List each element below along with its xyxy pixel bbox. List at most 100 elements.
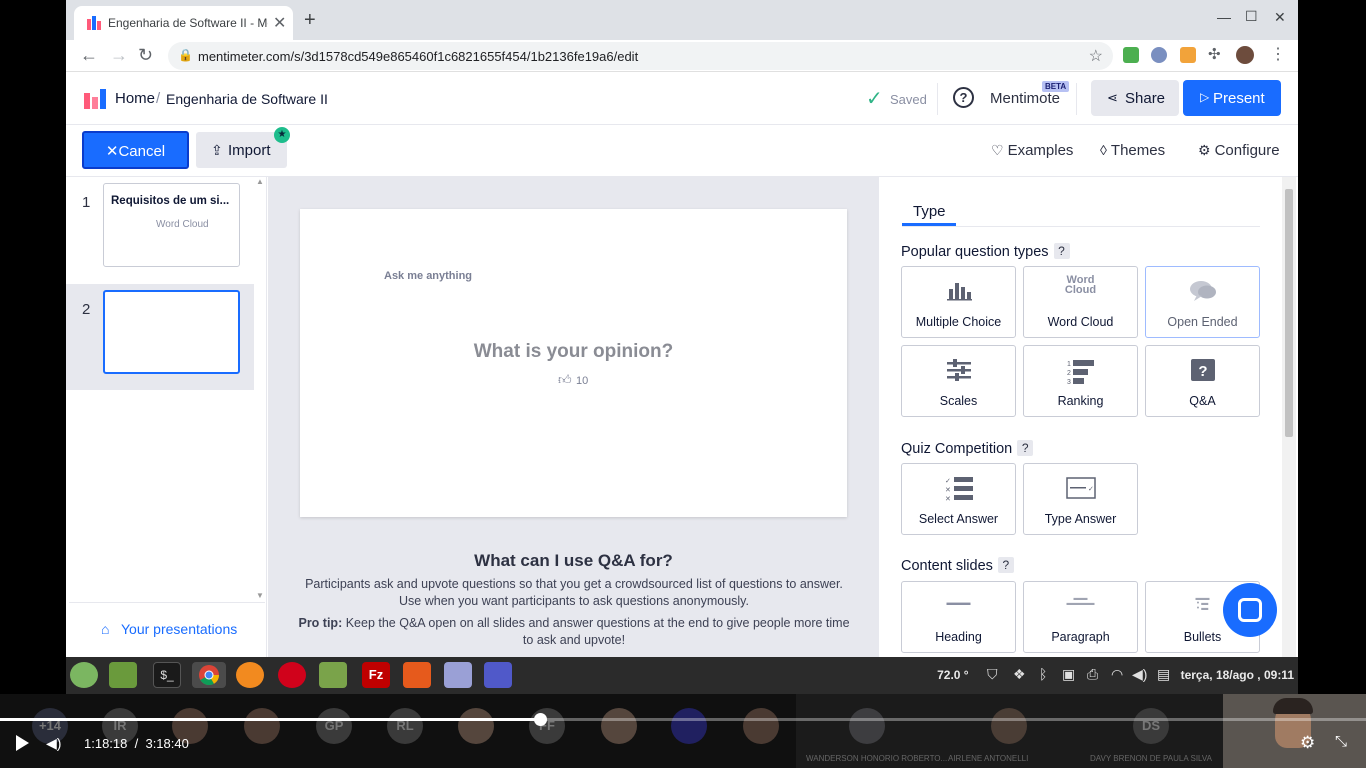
participant-avatar[interactable]	[743, 708, 779, 744]
scroll-down-icon[interactable]: ▼	[256, 591, 264, 600]
text-input-icon: ✓	[1024, 476, 1137, 502]
type-scales[interactable]: Scales	[901, 345, 1016, 417]
participant-avatar[interactable]: FF	[529, 708, 565, 744]
mentimote-link[interactable]: Mentimote	[990, 90, 1060, 107]
extension-icon[interactable]	[1180, 47, 1196, 63]
lightbulb-icon: ♡	[991, 142, 1004, 158]
slide-list-scrollbar[interactable]: ▲ ▼	[254, 177, 266, 602]
extension-icon[interactable]	[1123, 47, 1139, 63]
window-close-icon[interactable]: ✕	[1274, 9, 1286, 26]
participant-avatar[interactable]	[458, 708, 494, 744]
minimize-icon[interactable]: —	[1217, 9, 1231, 25]
slide-preview[interactable]: Ask me anything What is your opinion? 👍︎…	[300, 209, 847, 517]
volume-icon[interactable]: ◀)	[46, 735, 61, 752]
type-open-ended[interactable]: Open Ended	[1145, 266, 1260, 338]
terminal-icon[interactable]: $_	[153, 662, 181, 688]
slide-thumbnail[interactable]: Requisitos de um si... Word Cloud	[103, 183, 240, 267]
text-editor-icon[interactable]	[444, 662, 472, 688]
clipboard-icon[interactable]: ▤	[1157, 666, 1170, 683]
play-icon[interactable]	[16, 735, 29, 751]
volume-icon[interactable]: ◀)	[1132, 666, 1147, 683]
examples-button[interactable]: ♡ Examples	[991, 142, 1073, 159]
type-word-cloud[interactable]: Word Cloud Word Cloud	[1023, 266, 1138, 338]
maximize-icon[interactable]: ☐	[1245, 8, 1258, 25]
help-icon[interactable]: ?	[1053, 243, 1070, 259]
type-heading[interactable]: ▬▬▬ Heading	[901, 581, 1016, 653]
exit-fullscreen-icon[interactable]: ⤡	[1335, 733, 1347, 750]
back-icon[interactable]: ←	[80, 45, 98, 65]
scrollbar-thumb[interactable]	[1285, 189, 1293, 437]
clock[interactable]: terça, 18/ago , 09:11	[1181, 668, 1294, 682]
files-icon[interactable]	[109, 662, 137, 688]
dropbox-icon[interactable]: ❖	[1013, 666, 1026, 683]
filezilla-icon[interactable]: Fz	[362, 662, 390, 688]
playback-progress-bar[interactable]	[0, 713, 1366, 726]
participant-avatar[interactable]	[244, 708, 280, 744]
firefox-icon[interactable]	[236, 662, 264, 688]
kebab-menu-icon[interactable]: ⋮	[1270, 44, 1286, 63]
your-presentations-link[interactable]: ⌂ Your presentations	[69, 602, 265, 654]
import-button[interactable]: ⇪ Import	[196, 132, 287, 168]
svg-text:2: 2	[1067, 370, 1071, 377]
teams-tray-icon[interactable]: ▣	[1062, 666, 1075, 683]
wifi-icon[interactable]: ◠	[1111, 666, 1123, 683]
help-icon[interactable]: ?	[997, 557, 1014, 573]
reload-icon[interactable]: ↻	[138, 45, 153, 65]
mentimeter-logo-icon[interactable]	[84, 89, 106, 109]
share-button[interactable]: ⋖ Share	[1091, 80, 1179, 116]
presentation-title[interactable]: Engenharia de Software II	[166, 91, 328, 107]
slide-list-item-active[interactable]: 2	[66, 284, 254, 390]
breadcrumb-home[interactable]: Home	[115, 90, 155, 107]
playback-scrubber-handle[interactable]	[533, 713, 547, 726]
svg-text:✓: ✓	[1088, 486, 1094, 493]
slide-question: What is your opinion?	[473, 341, 674, 362]
mint-menu-icon[interactable]	[70, 662, 98, 688]
panel-scrollbar[interactable]	[1282, 177, 1296, 657]
impress-icon[interactable]	[403, 662, 431, 688]
new-tab-button[interactable]: +	[304, 10, 316, 30]
type-paragraph[interactable]: ▬▬ ▬▬▬▬ Paragraph	[1023, 581, 1138, 653]
present-button[interactable]: ▷ Present	[1183, 80, 1281, 116]
address-bar[interactable]: 🔒 mentimeter.com/s/3d1578cd549e865460f1c…	[168, 42, 1113, 70]
configure-button[interactable]: ⚙ Configure	[1198, 142, 1280, 159]
forward-icon[interactable]: →	[110, 45, 128, 65]
bluetooth-icon[interactable]: ᛒ	[1039, 666, 1047, 682]
browser-toolbar: ← → ↻ 🔒 mentimeter.com/s/3d1578cd549e865…	[66, 40, 1298, 72]
participant-avatar[interactable]	[991, 708, 1027, 744]
bookmark-star-icon[interactable]: ☆	[1089, 46, 1103, 66]
type-qa[interactable]: ? Q&A	[1145, 345, 1260, 417]
current-time: 1:18:18	[84, 736, 128, 751]
scroll-up-icon[interactable]: ▲	[256, 177, 264, 186]
participant-avatar[interactable]	[671, 708, 707, 744]
settings-gear-icon[interactable]: ⚙	[1300, 733, 1315, 753]
type-type-answer[interactable]: ✓ Type Answer	[1023, 463, 1138, 535]
type-multiple-choice[interactable]: Multiple Choice	[901, 266, 1016, 338]
tab-close-icon[interactable]: ✕	[273, 13, 286, 33]
shield-icon[interactable]: ⛉	[987, 666, 998, 683]
play-icon: ▷	[1200, 90, 1210, 104]
support-chat-button[interactable]	[1223, 583, 1277, 637]
themes-button[interactable]: ◊ Themes	[1100, 142, 1165, 159]
chrome-icon[interactable]	[192, 662, 226, 688]
opera-icon[interactable]	[278, 662, 306, 688]
browser-tab[interactable]: Engenharia de Software II - Me ✕	[74, 6, 293, 40]
profile-avatar[interactable]	[1236, 46, 1254, 64]
folder-icon[interactable]	[319, 662, 347, 688]
teams-icon[interactable]	[484, 662, 512, 688]
participant-avatar[interactable]	[601, 708, 637, 744]
cancel-button[interactable]: ✕Cancel	[82, 131, 189, 169]
type-ranking[interactable]: 1 2 3 Ranking	[1023, 345, 1138, 417]
help-icon[interactable]: ?	[953, 87, 974, 108]
help-icon[interactable]: ?	[1017, 440, 1034, 456]
type-select-answer[interactable]: ✓ ✕ ✕ Select Answer	[901, 463, 1016, 535]
extension-icon[interactable]	[1151, 47, 1167, 63]
participant-avatar[interactable]: DS	[1133, 708, 1169, 744]
slide-list-item[interactable]: 1 Requisitos de um si... Word Cloud	[66, 177, 254, 284]
participant-avatar[interactable]	[849, 708, 885, 744]
printer-icon[interactable]: ⎙	[1087, 666, 1098, 683]
puzzle-extensions-icon[interactable]: ✣	[1208, 45, 1224, 63]
tab-type[interactable]: Type	[913, 203, 946, 220]
participant-avatar[interactable]: GP	[316, 708, 352, 744]
participant-avatar[interactable]: RL	[387, 708, 423, 744]
slide-thumbnail-selected[interactable]	[103, 290, 240, 374]
